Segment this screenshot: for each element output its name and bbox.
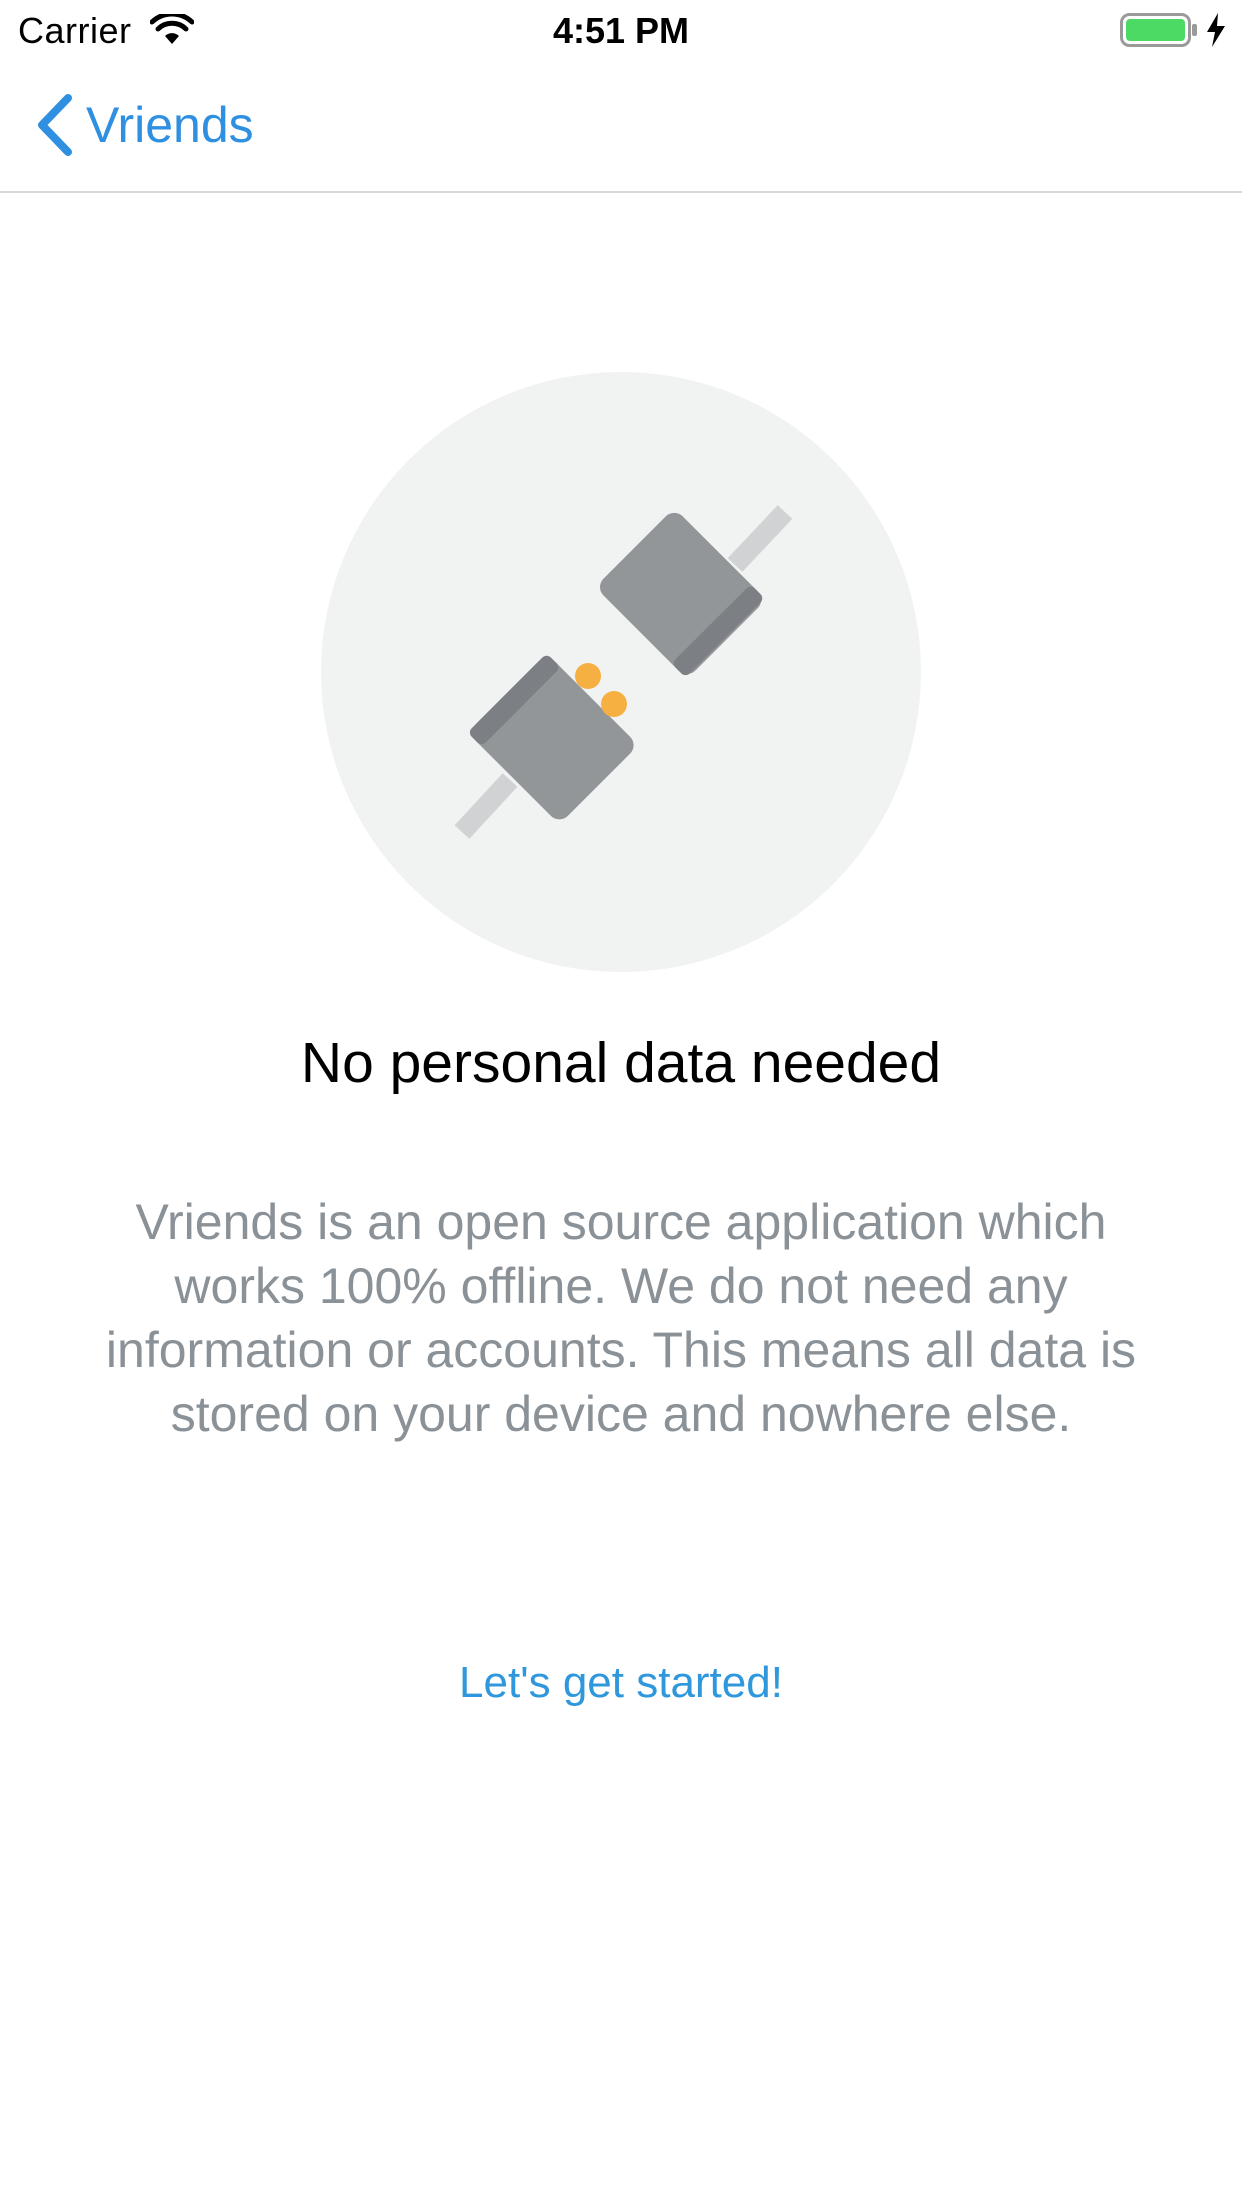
- clock: 4:51 PM: [552, 10, 690, 51]
- back-button[interactable]: Vriends: [34, 90, 254, 160]
- status-bar: Carrier 4:51 PM: [0, 0, 1242, 60]
- onboarding-title: No personal data needed: [300, 1031, 942, 1095]
- get-started-button[interactable]: Let's get started!: [0, 1658, 1242, 1708]
- navigation-bar: Vriends: [0, 60, 1242, 193]
- back-button-label: Vriends: [86, 97, 254, 153]
- plug-disconnected-icon: [321, 372, 921, 972]
- onboarding-description: Vriends is an open source application wh…: [105, 1194, 1137, 1442]
- battery-icon: [1120, 13, 1197, 47]
- chevron-left-icon: [38, 94, 72, 156]
- charging-bolt-icon: [1207, 13, 1225, 47]
